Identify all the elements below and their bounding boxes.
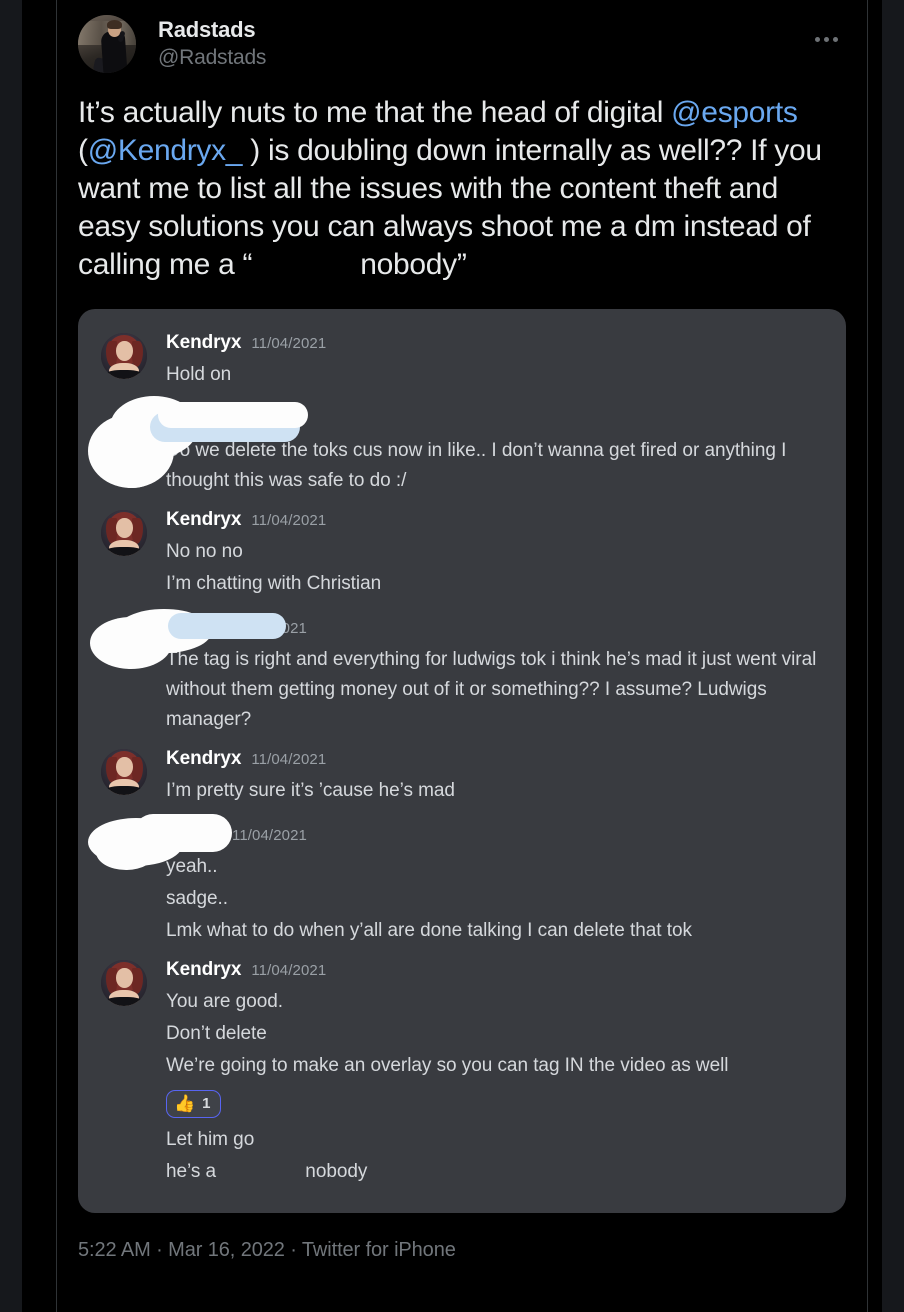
dot [814,36,820,42]
scribble-blob [96,834,156,870]
tweet-text-segment: nobody” [360,248,467,281]
chat-message-line: I’m chatting with Christian [166,573,382,594]
reaction-count: 1 [202,1095,211,1112]
chat-timestamp: 11/04/2021 [251,335,327,352]
embedded-chat-image[interactable]: Kendryx 11/04/2021 Hold on 11/04/2021 Do… [78,309,846,1213]
chat-timestamp: 11/04/2021 [228,411,303,428]
chat-message-group: 11/04/2021 yeah.. sadge.. Lmk what to do… [78,810,846,950]
chat-message-line: We’re going to make an overlay so you ca… [166,1055,729,1076]
scribble-blob [88,414,174,488]
chat-message-header: Kendryx 11/04/2021 [166,747,826,772]
kendryx-avatar [101,510,147,556]
chat-message-header: Kendryx 11/04/2021 [166,331,826,356]
chat-message-line: Let him go [166,1129,255,1150]
dot [832,36,838,42]
mention-link-esports[interactable]: @esports [671,96,798,129]
kendryx-avatar [101,333,147,379]
chat-message-line: I’m pretty sure it’s ’cause he’s mad [166,780,455,801]
right-column-divider [867,0,868,1312]
chat-message-line: Don’t delete [166,1023,267,1044]
scribble-blob [104,440,162,488]
right-gutter [882,0,904,1312]
chat-timestamp: 11/04/2021 [232,620,307,637]
chat-message-line: Hold on [166,364,232,385]
chat-message-header: Kendryx 11/04/2021 [166,508,826,533]
avatar[interactable] [78,15,136,73]
avatar-dress [105,997,143,1006]
chat-message-line: The tag is right and everything for ludw… [166,649,817,730]
avatar-face [116,341,133,361]
tweet-text-segment: It’s actually nuts to me that the head o… [78,96,672,129]
thumbs-up-icon: 👍 [174,1094,196,1113]
chat-timestamp: 11/04/2021 [251,962,327,979]
chat-message-group: Kendryx 11/04/2021 You are good. Don’t d… [78,950,846,1191]
avatar-face [116,757,133,777]
avatar-face [116,968,133,988]
reaction-badge[interactable]: 👍 1 [166,1090,221,1118]
tweet-screenshot-page: Radstads @Radstads It’s actually nuts to… [0,0,904,1312]
chat-author-name[interactable]: Kendryx [166,958,241,982]
chat-message-group: 11/04/2021 The tag is right and everythi… [78,603,846,739]
tweet-header: Radstads @Radstads [78,0,846,73]
tweet-text-segment: ( [78,134,88,167]
avatar-dress [105,370,143,379]
chat-message-line: yeah.. [166,856,218,877]
mention-link-kendryx[interactable]: @Kendryx_ [88,134,243,167]
chat-message-line: No no no [166,541,243,562]
author-display-name[interactable]: Radstads [158,17,806,43]
tweet-body-text: It’s actually nuts to me that the head o… [78,94,846,284]
scribble-blob [90,617,172,669]
chat-timestamp: 11/04/2021 [232,827,307,844]
avatar-dress [105,786,143,795]
chat-message-header: Kendryx 11/04/2021 [166,958,826,983]
avatar-dress [105,547,143,556]
tweet-timestamp-footer: 5:22 AM · Mar 16, 2022 · Twitter for iPh… [78,1239,456,1261]
chat-message-group: Kendryx 11/04/2021 No no no I’m chatting… [78,500,846,603]
chat-message-line: sadge.. [166,888,228,909]
left-gutter [0,0,22,1312]
chat-author-name[interactable]: Kendryx [166,747,241,771]
chat-author-name[interactable]: Kendryx [166,331,241,355]
chat-text-segment: nobody [305,1161,368,1182]
chat-message-group: Kendryx 11/04/2021 Hold on [78,323,846,394]
chat-timestamp: 11/04/2021 [251,751,327,768]
chat-message-group: Kendryx 11/04/2021 I’m pretty sure it’s … [78,739,846,810]
author-name-block: Radstads @Radstads [158,15,806,71]
kendryx-avatar [101,960,147,1006]
chat-message-group: 11/04/2021 Do we delete the toks cus now… [78,394,846,500]
author-handle[interactable]: @Radstads [158,44,806,71]
chat-timestamp: 11/04/2021 [251,512,327,529]
kendryx-avatar [101,749,147,795]
chat-message-header: 11/04/2021 [166,824,826,848]
tweet-card: Radstads @Radstads It’s actually nuts to… [57,0,867,1312]
dot [823,36,829,42]
avatar-hair [107,20,122,29]
chat-message-header: 11/04/2021 [166,617,826,641]
chat-message-line: Do we delete the toks cus now in like.. … [166,440,787,491]
avatar-face [116,518,133,538]
chat-message-line: Lmk what to do when y’all are done talki… [166,920,692,941]
chat-message-line-final: he’s a nobody [166,1157,826,1187]
more-options-icon[interactable] [806,25,846,53]
chat-message-header: 11/04/2021 [166,408,826,432]
chat-author-name[interactable]: Kendryx [166,508,241,532]
chat-message-line: You are good. [166,991,283,1012]
chat-text-segment: he’s a [166,1161,222,1182]
